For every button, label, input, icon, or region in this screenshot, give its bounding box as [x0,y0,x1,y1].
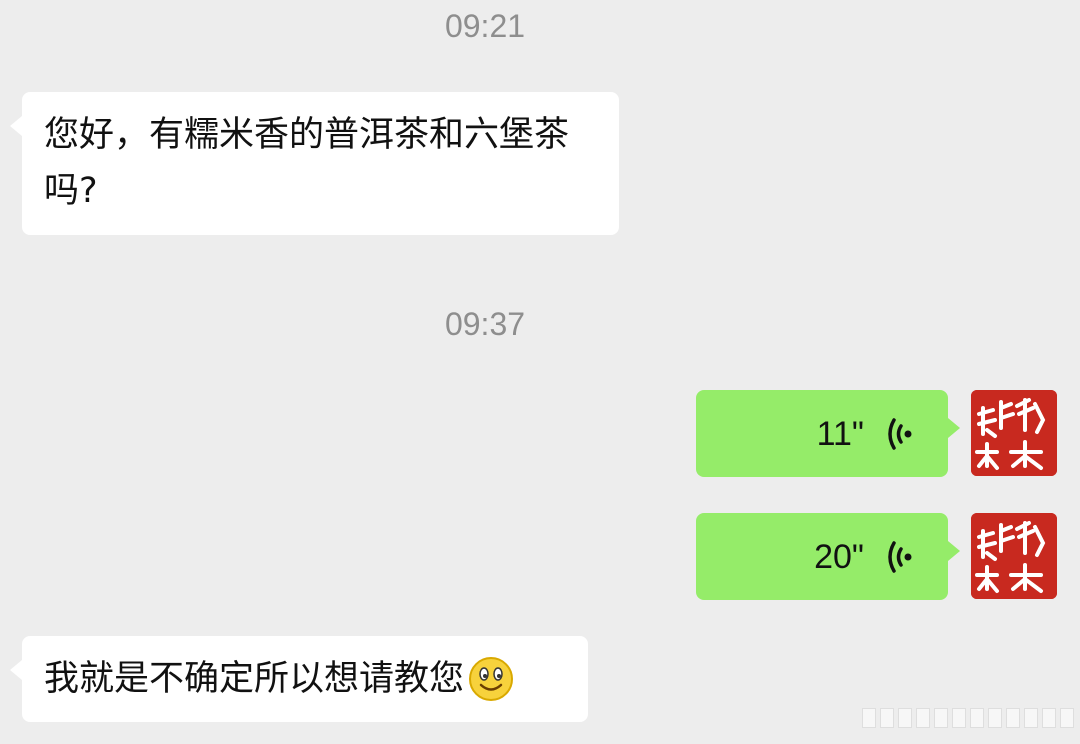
seal-avatar[interactable] [971,513,1057,599]
voice-message-bubble[interactable]: 11" [696,390,960,477]
voice-wave-icon [888,417,912,450]
voice-wave-icon [888,540,912,573]
voice-message-bubble[interactable]: 20" [696,513,960,600]
smile-emoji-icon [469,657,514,701]
chat-view: 09:21 您好，有糯米香的普洱茶和六堡茶吗? 09:37 11" 20" 我就… [0,0,1080,744]
incoming-message-bubble[interactable]: 我就是不确定所以想请教您 [10,636,588,722]
timestamp: 09:37 [444,306,526,342]
voice-duration: 20" [814,537,864,576]
seal-icon [971,390,1057,476]
watermark-bars [862,708,1074,728]
message-text: 我就是不确定所以想请教您 [44,659,465,699]
voice-duration: 11" [816,414,864,453]
seal-icon [971,513,1057,599]
incoming-message-bubble[interactable]: 您好，有糯米香的普洱茶和六堡茶吗? [10,92,619,235]
timestamp: 09:21 [444,8,526,44]
message-text: 您好，有糯米香的普洱茶和六堡茶吗? [44,115,570,211]
seal-avatar[interactable] [971,390,1057,476]
